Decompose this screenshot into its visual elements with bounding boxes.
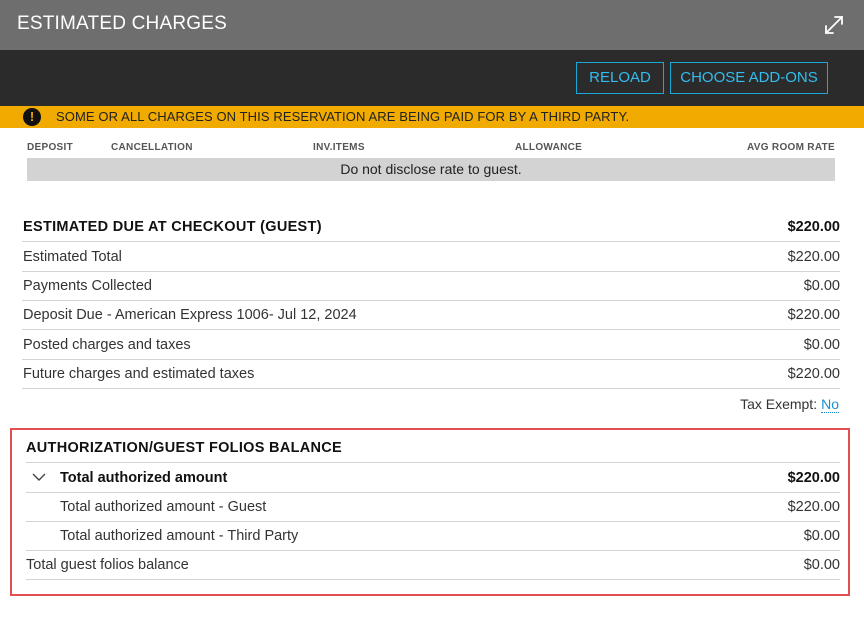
table-row: Total authorized amount - Guest $220.00 <box>26 493 840 522</box>
table-row: Estimated Total $220.00 <box>22 243 840 272</box>
row-label: Payments Collected <box>23 278 152 294</box>
table-row: Posted charges and taxes $0.00 <box>22 331 840 360</box>
table-row: Total authorized amount - Third Party $0… <box>26 522 840 551</box>
column-cancellation: CANCELLATION <box>111 142 193 153</box>
column-avg-room-rate: AVG ROOM RATE <box>747 142 835 153</box>
total-authorized-row[interactable]: Total authorized amount $220.00 <box>26 464 840 493</box>
exclamation-icon: ! <box>23 108 41 126</box>
row-label: Posted charges and taxes <box>23 337 191 353</box>
column-deposit: DEPOSIT <box>27 142 73 153</box>
total-guest-folios-label: Total guest folios balance <box>26 557 189 573</box>
tax-exempt-link[interactable]: No <box>821 396 839 413</box>
row-value: $220.00 <box>787 499 840 515</box>
row-label: Estimated Total <box>23 249 122 265</box>
chevron-down-icon[interactable] <box>32 472 46 482</box>
estimated-due-label: ESTIMATED DUE AT CHECKOUT (GUEST) <box>23 219 322 235</box>
total-guest-folios-value: $0.00 <box>803 557 840 573</box>
row-value: $220.00 <box>787 249 840 265</box>
authorization-section: AUTHORIZATION/GUEST FOLIOS BALANCE Total… <box>10 428 850 596</box>
total-authorized-label: Total authorized amount <box>60 470 228 486</box>
panel-header: ESTIMATED CHARGES <box>0 0 864 50</box>
rate-table-header: DEPOSIT CANCELLATION INV.ITEMS ALLOWANCE… <box>27 142 835 156</box>
estimated-due-heading: ESTIMATED DUE AT CHECKOUT (GUEST) $220.0… <box>22 213 840 242</box>
row-label: Deposit Due - American Express 1006- Jul… <box>23 307 357 323</box>
warning-message: SOME OR ALL CHARGES ON THIS RESERVATION … <box>56 109 630 124</box>
row-value: $220.00 <box>787 366 840 382</box>
table-row: Future charges and estimated taxes $220.… <box>22 360 840 389</box>
third-party-warning-banner: ! SOME OR ALL CHARGES ON THIS RESERVATIO… <box>0 106 864 128</box>
reload-button[interactable]: RELOAD <box>576 62 664 94</box>
toolbar: RELOAD CHOOSE ADD-ONS <box>0 50 864 106</box>
row-label: Total authorized amount - Third Party <box>60 528 299 544</box>
panel-title: ESTIMATED CHARGES <box>17 13 227 34</box>
row-label: Total authorized amount - Guest <box>60 499 267 515</box>
column-allowance: ALLOWANCE <box>515 142 583 153</box>
authorization-heading: AUTHORIZATION/GUEST FOLIOS BALANCE <box>26 434 840 463</box>
table-row: Deposit Due - American Express 1006- Jul… <box>22 301 840 330</box>
table-row: Payments Collected $0.00 <box>22 272 840 301</box>
row-value: $220.00 <box>787 307 840 323</box>
tax-exempt-label: Tax Exempt: <box>740 396 818 412</box>
total-guest-folios-row: Total guest folios balance $0.00 <box>26 551 840 580</box>
expand-arrows-icon[interactable] <box>822 13 846 37</box>
authorization-heading-label: AUTHORIZATION/GUEST FOLIOS BALANCE <box>26 440 343 456</box>
row-value: $0.00 <box>803 278 840 294</box>
row-label: Future charges and estimated taxes <box>23 366 255 382</box>
estimated-due-value: $220.00 <box>787 219 840 235</box>
row-value: $0.00 <box>803 528 840 544</box>
choose-add-ons-button[interactable]: CHOOSE ADD-ONS <box>670 62 828 94</box>
row-value: $0.00 <box>803 337 840 353</box>
tax-exempt: Tax Exempt: No <box>740 396 839 413</box>
total-authorized-value: $220.00 <box>787 470 840 486</box>
rate-disclosure-note: Do not disclose rate to guest. <box>27 158 835 181</box>
column-inv-items: INV.ITEMS <box>313 142 365 153</box>
